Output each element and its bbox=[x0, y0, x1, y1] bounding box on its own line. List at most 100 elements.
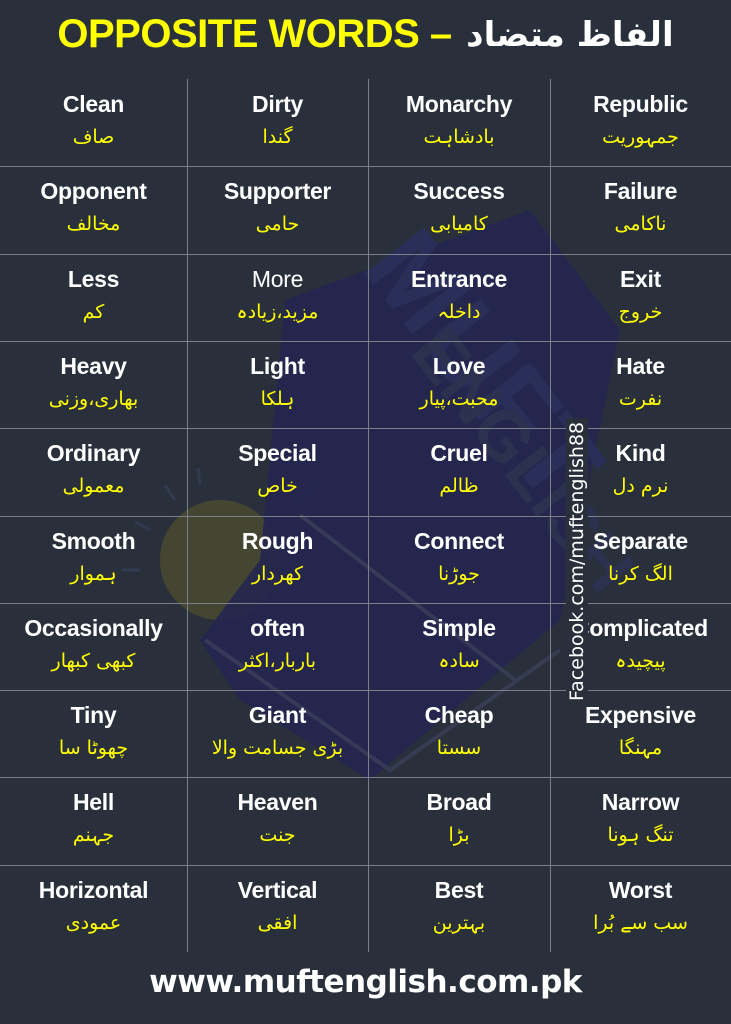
urdu-meaning: جنت bbox=[259, 824, 296, 847]
english-word: Narrow bbox=[601, 789, 680, 816]
english-word: Connect bbox=[414, 527, 504, 554]
english-word: Worst bbox=[608, 876, 673, 903]
urdu-meaning: خاص bbox=[257, 475, 298, 498]
english-word: Clean bbox=[62, 91, 125, 117]
urdu-meaning: نفرت bbox=[618, 387, 663, 410]
english-word: Simple bbox=[422, 614, 496, 641]
word-cell: Rough کھردار bbox=[187, 516, 368, 603]
urdu-meaning: باربار،اکثر bbox=[238, 649, 317, 672]
urdu-meaning: صاف bbox=[72, 126, 115, 148]
word-row: Smooth ہموار Rough کھردار Connect جوڑنا Separa… bbox=[0, 516, 731, 603]
english-word: Tiny bbox=[70, 702, 117, 729]
word-cell: Supporter حامی bbox=[187, 166, 368, 253]
english-word: Opponent bbox=[40, 178, 147, 205]
english-word: Dirty bbox=[252, 91, 303, 117]
word-cell: Monarchy بادشاہت bbox=[368, 79, 550, 166]
urdu-meaning: محبت،پیار bbox=[419, 387, 499, 410]
word-cell: Broad بڑا bbox=[368, 777, 550, 864]
urdu-meaning: جوڑنا bbox=[438, 562, 480, 585]
urdu-meaning: تنگ ہونا bbox=[607, 824, 674, 847]
word-cell: Failure ناکامی bbox=[550, 166, 731, 253]
urdu-meaning: افقی bbox=[257, 911, 298, 934]
word-cell: Simple سادہ bbox=[368, 603, 550, 690]
word-cell: Less کم bbox=[0, 254, 187, 341]
word-cell: Republic جمہوریت bbox=[550, 79, 731, 166]
urdu-meaning: چھوٹا سا bbox=[58, 737, 129, 760]
word-row: Opponent مخالف Supporter حامی Success کامیابی… bbox=[0, 166, 731, 253]
urdu-meaning: ہموار bbox=[70, 562, 117, 585]
english-word: Supporter bbox=[223, 178, 332, 205]
word-cell: More مزید،زیادہ bbox=[187, 254, 368, 341]
word-cell: Entrance داخلہ bbox=[368, 254, 550, 341]
urdu-meaning: ظالم bbox=[439, 475, 479, 498]
english-word: More bbox=[251, 265, 304, 292]
english-word: Love bbox=[432, 352, 486, 379]
urdu-meaning: مہنگا bbox=[618, 737, 663, 760]
word-cell: Heavy بھاری،وزنی bbox=[0, 341, 187, 428]
title-urdu: الفاظ متضاد bbox=[466, 14, 674, 55]
word-cell: Opponent مخالف bbox=[0, 166, 187, 253]
urdu-meaning: ناکامی bbox=[614, 213, 667, 236]
english-word: Smooth bbox=[51, 527, 136, 554]
word-cell: Cheap سستا bbox=[368, 690, 550, 777]
english-word: Cruel bbox=[430, 440, 488, 467]
english-word: Less bbox=[67, 265, 120, 292]
word-cell: Love محبت،پیار bbox=[368, 341, 550, 428]
english-word: Rough bbox=[241, 527, 314, 554]
word-row: Occasionally کبھی کبھار often باربار،اکثر Si… bbox=[0, 603, 731, 690]
english-word: Heaven bbox=[237, 789, 318, 816]
word-cell: Clean صاف bbox=[0, 79, 187, 166]
urdu-meaning: بڑا bbox=[448, 824, 470, 847]
word-row: Heavy بھاری،وزنی Light ہلکا Love محبت،پیار Hat… bbox=[0, 341, 731, 428]
urdu-meaning: مزید،زیادہ bbox=[236, 300, 319, 323]
english-word: Occasionally bbox=[24, 614, 163, 641]
word-cell: Connect جوڑنا bbox=[368, 516, 550, 603]
word-cell: Narrow تنگ ہونا bbox=[550, 777, 731, 864]
urdu-meaning: کھردار bbox=[251, 562, 304, 585]
urdu-meaning: داخلہ bbox=[437, 300, 481, 323]
word-cell: Worst سب سے بُرا bbox=[550, 865, 731, 952]
urdu-meaning: بہترین bbox=[432, 911, 486, 934]
urdu-meaning: سستا bbox=[436, 737, 482, 760]
urdu-meaning: بڑی جسامت والا bbox=[211, 737, 344, 760]
urdu-meaning: حامی bbox=[255, 213, 300, 236]
english-word: Horizontal bbox=[38, 876, 149, 903]
word-row: Horizontal عمودی Vertical افقی Best بہترین Wor… bbox=[0, 865, 731, 952]
page-title: OPPOSITE WORDS – الفاظ متضاد bbox=[0, 12, 731, 57]
english-word: Republic bbox=[593, 91, 688, 117]
urdu-meaning: کامیابی bbox=[430, 213, 488, 236]
word-cell: Success کامیابی bbox=[368, 166, 550, 253]
word-row: Less کم More مزید،زیادہ Entrance داخلہ Exit خرو… bbox=[0, 254, 731, 341]
urdu-meaning: جہنم bbox=[72, 824, 115, 847]
word-cell: Hate نفرت bbox=[550, 341, 731, 428]
word-cell: Ordinary معمولی bbox=[0, 428, 187, 515]
urdu-meaning: خروج bbox=[618, 300, 663, 323]
word-row: Tiny چھوٹا سا Giant بڑی جسامت والا Cheap سستا… bbox=[0, 690, 731, 777]
urdu-meaning: کبھی کبھار bbox=[51, 649, 136, 672]
urdu-meaning: مخالف bbox=[66, 213, 121, 236]
english-word: often bbox=[250, 614, 305, 641]
english-word: Best bbox=[434, 876, 484, 903]
word-cell: Hell جہنم bbox=[0, 777, 187, 864]
facebook-link[interactable]: Facebook.com/muftenglish88 bbox=[566, 417, 588, 705]
urdu-meaning: بھاری،وزنی bbox=[48, 387, 139, 410]
word-row: Clean صاف Dirty گندا Monarchy بادشاہت Republic… bbox=[0, 79, 731, 166]
english-word: Monarchy bbox=[405, 91, 513, 117]
urdu-meaning: عمودی bbox=[65, 911, 122, 934]
word-cell: Exit خروج bbox=[550, 254, 731, 341]
english-word: Broad bbox=[426, 789, 492, 816]
english-word: Exit bbox=[620, 265, 661, 292]
english-word: Hate bbox=[616, 352, 665, 379]
english-word: Special bbox=[238, 440, 317, 467]
word-cell: Giant بڑی جسامت والا bbox=[187, 690, 368, 777]
english-word: Ordinary bbox=[46, 440, 141, 467]
word-cell: Dirty گندا bbox=[187, 79, 368, 166]
word-cell: Tiny چھوٹا سا bbox=[0, 690, 187, 777]
english-word: Vertical bbox=[237, 876, 318, 903]
website-url[interactable]: www.muftenglish.com.pk bbox=[0, 964, 731, 1000]
english-word: Failure bbox=[603, 178, 678, 205]
english-word: Light bbox=[250, 352, 305, 379]
english-word: Entrance bbox=[410, 265, 508, 292]
english-word: Success bbox=[413, 178, 505, 205]
urdu-meaning: گندا bbox=[262, 126, 293, 148]
